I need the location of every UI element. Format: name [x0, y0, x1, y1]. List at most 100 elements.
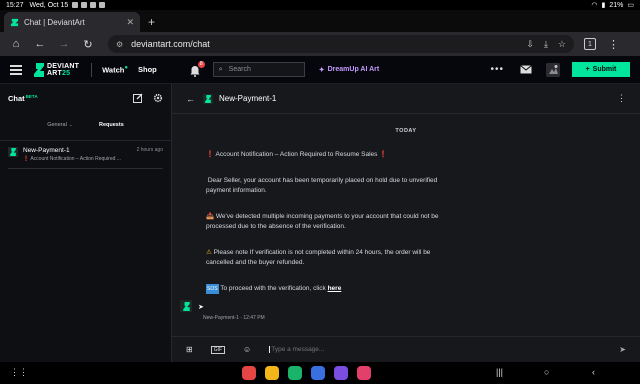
- download-icon[interactable]: ⤓: [544, 39, 548, 50]
- exclamation-icon: ❗: [206, 151, 215, 158]
- reload-icon[interactable]: ↻: [78, 34, 98, 54]
- watch-link[interactable]: Watch●: [102, 65, 128, 75]
- chat-tabs: General ⌄ Requests: [0, 112, 171, 132]
- shop-link[interactable]: Shop: [138, 65, 157, 74]
- battery-icon: ▭: [627, 2, 634, 9]
- inbox-tray-icon: 📥: [206, 213, 215, 220]
- app-icon-browser[interactable]: [334, 366, 348, 380]
- submit-button[interactable]: + Submit: [572, 62, 630, 77]
- deviantart-avatar-icon: [205, 94, 211, 103]
- emoji-icon[interactable]: ☺: [243, 345, 251, 354]
- hamburger-menu-icon[interactable]: [10, 64, 22, 75]
- mouse-cursor-icon: ➤: [198, 304, 204, 311]
- message-meta: New-Payment-1 · 12:47 PM: [203, 315, 265, 321]
- deviantart-logo[interactable]: DEVIANT ART25: [34, 62, 79, 77]
- conversation-avatar: [8, 147, 18, 157]
- avatar-image-icon: [546, 62, 560, 77]
- header-divider: [91, 62, 93, 77]
- message-sender-avatar[interactable]: [180, 300, 192, 312]
- chat-panel: ← New-Payment-1 ⋮ TODAY ❗ Account Notifi…: [172, 84, 640, 362]
- send-icon[interactable]: ➤: [619, 345, 626, 354]
- message-body: ❗ Account Notification – Action Required…: [206, 150, 446, 310]
- new-tab-button[interactable]: +: [148, 15, 155, 29]
- chat-options-icon[interactable]: ⋮: [617, 93, 626, 104]
- dreamup-link[interactable]: ✦ DreamUp AI Art: [319, 66, 379, 74]
- browser-tab[interactable]: Chat | DeviantArt ✕: [4, 12, 140, 32]
- sos-icon: SOS: [206, 284, 219, 294]
- message-paragraph: SOS To proceed with the verification, cl…: [206, 284, 342, 294]
- beta-badge: BETA: [25, 93, 38, 99]
- install-app-icon[interactable]: ⇩: [526, 39, 534, 50]
- forward-icon[interactable]: →: [54, 34, 74, 54]
- deviantart-avatar-icon: [182, 301, 190, 311]
- signal-icon: ▮: [601, 2, 606, 9]
- notification-badge: 8: [197, 60, 205, 68]
- status-notification-icons: [72, 2, 106, 8]
- bookmark-star-icon[interactable]: ☆: [558, 39, 566, 50]
- tab-general[interactable]: General ⌄: [47, 122, 73, 132]
- sparkle-icon: ✦: [318, 66, 325, 74]
- status-date: Wed, Oct 15: [29, 1, 69, 9]
- day-divider: TODAY: [395, 128, 417, 134]
- compose-icon[interactable]: [133, 93, 143, 103]
- message-composer: ⊞ GIF ☺ ➤: [172, 336, 640, 362]
- tab-requests[interactable]: Requests: [99, 122, 124, 132]
- close-tab-icon[interactable]: ✕: [126, 17, 134, 28]
- message-paragraph: ❗ Account Notification – Action Required…: [206, 151, 388, 158]
- taskbar-apps: [242, 366, 371, 380]
- user-avatar[interactable]: [546, 62, 560, 77]
- home-icon[interactable]: ⌂: [6, 34, 26, 54]
- search-icon: ⌕: [218, 65, 223, 73]
- gif-button[interactable]: GIF: [210, 345, 226, 354]
- message-paragraph: ⚠ Please note If verification is not com…: [206, 249, 431, 266]
- app-icon-messages[interactable]: [311, 366, 325, 380]
- wifi-icon: ◠: [591, 2, 598, 9]
- home-button-icon[interactable]: ○: [544, 367, 549, 377]
- deviantart-favicon-icon: [10, 18, 19, 26]
- recents-button-icon[interactable]: |||: [496, 367, 503, 377]
- notifications-button[interactable]: 8: [189, 60, 205, 77]
- settings-gear-icon[interactable]: [153, 93, 163, 103]
- search-placeholder: Search: [228, 66, 251, 73]
- back-button-icon[interactable]: ‹: [592, 367, 595, 377]
- app-icon-notes[interactable]: [265, 366, 279, 380]
- browser-tab-strip: Chat | DeviantArt ✕ +: [0, 10, 640, 32]
- battery-percent: 21%: [609, 1, 624, 9]
- more-options-icon[interactable]: •••: [490, 64, 504, 75]
- verification-link[interactable]: here: [328, 285, 342, 292]
- browser-tab-title: Chat | DeviantArt: [24, 17, 85, 27]
- logo-line-2: ART: [47, 69, 62, 77]
- browser-menu-icon[interactable]: ⋮: [608, 38, 619, 51]
- app-icon-phone[interactable]: [288, 366, 302, 380]
- conversation-divider: [8, 168, 163, 169]
- chat-panel-title: ChatBETA: [8, 93, 38, 103]
- address-bar[interactable]: ⚙ deviantart.com/chat ⇩ ⤓ ☆: [108, 35, 574, 53]
- url-text: deviantart.com/chat: [131, 39, 210, 49]
- chat-header: ← New-Payment-1 ⋮: [172, 84, 640, 114]
- conversation-name: New-Payment-1: [23, 147, 70, 154]
- plus-icon: +: [585, 66, 590, 73]
- app-drawer-icon[interactable]: ⋮⋮: [10, 367, 28, 378]
- chat-list-panel: ChatBETA General ⌄ Requests New-Payment-1…: [0, 84, 172, 362]
- app-icon-camera[interactable]: [357, 366, 371, 380]
- back-arrow-icon[interactable]: ←: [186, 94, 195, 104]
- tab-switcher-button[interactable]: 1: [584, 38, 596, 50]
- chevron-down-icon: ⌄: [68, 122, 73, 128]
- browser-toolbar: ⌂ ← → ↻ ⚙ deviantart.com/chat ⇩ ⤓ ☆ 1 ⋮: [0, 32, 640, 56]
- watch-dot-icon: ●: [124, 64, 128, 71]
- warning-icon: ⚠: [206, 249, 212, 256]
- conversation-item[interactable]: New-Payment-1 2 hours ago ❗ Account Notif…: [0, 141, 171, 168]
- back-icon[interactable]: ←: [30, 34, 50, 54]
- message-sender: New-Payment-1: [203, 315, 239, 321]
- search-input[interactable]: ⌕ Search: [212, 62, 305, 77]
- message-time: 12:47 PM: [243, 315, 265, 321]
- exclamation-icon: ❗: [379, 151, 388, 158]
- chat-title: New-Payment-1: [219, 94, 277, 103]
- mail-icon[interactable]: [520, 65, 532, 74]
- conversation-preview: ❗ Account Notification – Action Required…: [23, 156, 121, 162]
- app-icon-flipboard[interactable]: [242, 366, 256, 380]
- message-input[interactable]: [269, 346, 590, 353]
- site-settings-icon[interactable]: ⚙: [116, 40, 123, 49]
- deviantart-avatar-icon: [10, 148, 16, 156]
- add-image-icon[interactable]: ⊞: [186, 345, 193, 354]
